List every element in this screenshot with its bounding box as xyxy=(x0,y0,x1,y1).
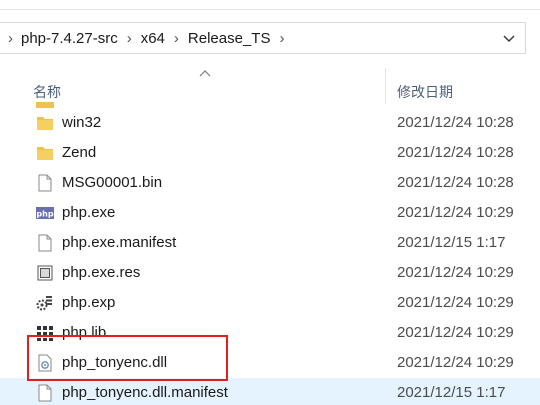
php-exe-icon: php xyxy=(36,207,54,219)
file-name: php_tonyenc.dll.manifest xyxy=(62,384,228,401)
svg-text:php: php xyxy=(36,210,53,219)
file-date: 2021/12/24 10:29 xyxy=(397,264,514,281)
folder-icon xyxy=(37,117,53,130)
breadcrumb-item-release-ts[interactable]: Release_TS xyxy=(188,30,271,47)
file-date: 2021/12/24 10:28 xyxy=(397,144,514,161)
breadcrumb-item-x64[interactable]: x64 xyxy=(141,30,165,47)
list-item[interactable]: MSG00001.bin 2021/12/24 10:28 xyxy=(0,168,540,198)
breadcrumb-separator[interactable]: › xyxy=(279,31,284,46)
exp-icon xyxy=(36,296,52,311)
file-date: 2021/12/24 10:28 xyxy=(397,114,514,131)
list-item[interactable]: php_tonyenc.dll.manifest 2021/12/15 1:17 xyxy=(0,378,540,405)
column-header-date[interactable]: 修改日期 xyxy=(397,82,453,102)
file-date: 2021/12/24 10:29 xyxy=(397,354,514,371)
list-item[interactable]: win32 2021/12/24 10:28 xyxy=(0,108,540,138)
annotation-highlight-box xyxy=(27,335,228,381)
file-icon xyxy=(38,174,52,192)
breadcrumb-separator[interactable]: › xyxy=(127,31,132,46)
file-date: 2021/12/15 1:17 xyxy=(397,234,506,251)
breadcrumb-separator[interactable]: › xyxy=(174,31,179,46)
file-name: php.exp xyxy=(62,294,116,311)
file-icon xyxy=(38,384,52,402)
file-name: php.exe.manifest xyxy=(62,234,177,251)
list-item[interactable]: php php.exe 2021/12/24 10:29 xyxy=(0,198,540,228)
file-name: Zend xyxy=(62,144,97,161)
window-top-edge xyxy=(0,0,540,10)
list-item[interactable]: php.exe.res 2021/12/24 10:29 xyxy=(0,258,540,288)
chevron-down-icon[interactable] xyxy=(501,29,517,47)
file-date: 2021/12/15 1:17 xyxy=(397,384,506,401)
breadcrumb-item-php-src[interactable]: php-7.4.27-src xyxy=(21,30,118,47)
file-date: 2021/12/24 10:28 xyxy=(397,174,514,191)
folder-icon xyxy=(37,147,53,160)
resource-icon xyxy=(37,265,53,281)
file-name: php.exe xyxy=(62,204,116,221)
list-item[interactable]: Zend 2021/12/24 10:28 xyxy=(0,138,540,168)
breadcrumb-separator[interactable]: › xyxy=(8,31,13,46)
address-box[interactable]: › php-7.4.27-src › x64 › Release_TS › xyxy=(0,22,526,54)
file-name: MSG00001.bin xyxy=(62,174,163,191)
sort-ascending-icon[interactable] xyxy=(198,68,212,78)
file-date: 2021/12/24 10:29 xyxy=(397,204,514,221)
list-item[interactable]: php.exe.manifest 2021/12/15 1:17 xyxy=(0,228,540,258)
column-header: 名称 修改日期 xyxy=(0,68,540,104)
file-name: win32 xyxy=(62,114,102,131)
column-header-name[interactable]: 名称 xyxy=(33,82,61,102)
file-name: php.exe.res xyxy=(62,264,141,281)
column-divider[interactable] xyxy=(385,68,386,104)
file-date: 2021/12/24 10:29 xyxy=(397,294,514,311)
list-item[interactable]: php.exp 2021/12/24 10:29 xyxy=(0,288,540,318)
file-date: 2021/12/24 10:29 xyxy=(397,324,514,341)
file-icon xyxy=(38,234,52,252)
address-bar: › php-7.4.27-src › x64 › Release_TS › xyxy=(0,10,540,65)
